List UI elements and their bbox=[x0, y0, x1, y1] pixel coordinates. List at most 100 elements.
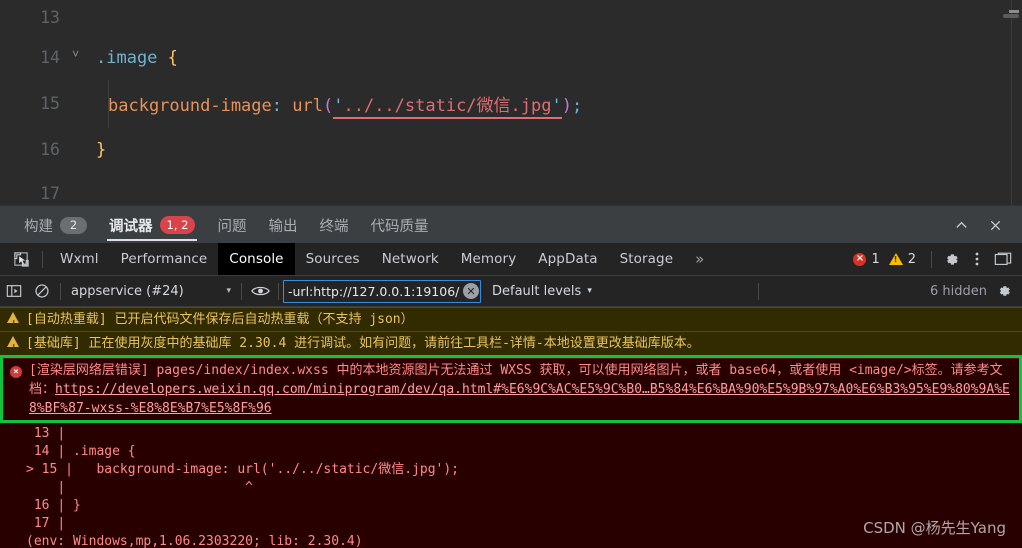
devtools-tab-wxml[interactable]: Wxml bbox=[49, 243, 110, 275]
snippet-line-number: 17 bbox=[34, 516, 50, 531]
tab-label: 代码质量 bbox=[370, 215, 428, 236]
tab-label: Memory bbox=[461, 251, 517, 267]
devtools-tab-storage[interactable]: Storage bbox=[609, 243, 685, 275]
tab-label: Network bbox=[382, 251, 439, 267]
quote-open-token: ' bbox=[333, 96, 343, 116]
tab-label: Sources bbox=[306, 251, 360, 267]
editor-scroll-marker[interactable] bbox=[1009, 10, 1019, 13]
highlighted-error-region: × [渲染层网络层错误] pages/index/index.wxss 中的本地… bbox=[0, 355, 1022, 423]
collapse-panel-button[interactable] bbox=[944, 206, 978, 244]
clear-filter-icon[interactable]: ✕ bbox=[463, 283, 479, 299]
editor-line-17[interactable]: 17 bbox=[0, 170, 1022, 205]
more-tabs-button[interactable]: » bbox=[684, 243, 715, 275]
levels-label: Default levels bbox=[492, 284, 581, 299]
chevron-up-icon bbox=[954, 218, 969, 233]
toolwindow-tab-terminal[interactable]: 终端 bbox=[308, 206, 359, 244]
css-selector-token: .image bbox=[96, 48, 157, 68]
tab-label: AppData bbox=[538, 251, 597, 267]
console-message-warning[interactable]: [基础库] 正在使用灰度中的基础库 2.30.4 进行调试。如有问题，请前往工具… bbox=[0, 331, 1022, 355]
tab-label: 调试器 bbox=[109, 215, 153, 236]
editor-line-15[interactable]: 15 background-image: url('../../static/微… bbox=[0, 80, 1022, 127]
line-number: 14 bbox=[0, 48, 70, 67]
devtools-panel: Wxml Performance Console Sources Network… bbox=[0, 243, 1022, 546]
context-label: appservice (#24) bbox=[71, 284, 184, 299]
tab-badge: 1, 2 bbox=[160, 216, 196, 234]
line-number: 13 bbox=[0, 8, 70, 27]
devtools-tab-sources[interactable]: Sources bbox=[295, 243, 371, 275]
console-log-levels-select[interactable]: Default levels ▾ bbox=[492, 284, 592, 299]
editor-scrollbar-track[interactable] bbox=[1011, 0, 1012, 205]
devtools-tab-appdata[interactable]: AppData bbox=[527, 243, 608, 275]
snippet-bar: | bbox=[57, 516, 65, 531]
dock-panel-button[interactable] bbox=[990, 243, 1016, 275]
snippet-line: 14 | .image { bbox=[26, 444, 136, 459]
code-editor[interactable]: 13 14 ˅ .image { 15 background-image: ur… bbox=[0, 0, 1022, 205]
toolbar-divider bbox=[241, 283, 242, 300]
error-icon-wrap: × bbox=[3, 361, 29, 378]
open-brace-token: { bbox=[168, 48, 178, 68]
devtools-tab-console[interactable]: Console bbox=[218, 243, 294, 275]
tab-label: Storage bbox=[620, 251, 674, 267]
quote-close-token: ' bbox=[551, 96, 561, 116]
live-expression-eye-icon bbox=[251, 284, 270, 298]
error-icon: × bbox=[10, 366, 22, 378]
editor-line-16[interactable]: 16 } bbox=[0, 126, 1022, 173]
snippet-code: background-image: url('../../static/微信.j… bbox=[73, 462, 459, 477]
devtools-tab-performance[interactable]: Performance bbox=[110, 243, 219, 275]
kebab-menu-icon bbox=[969, 251, 985, 267]
snippet-line: 16 | } bbox=[26, 498, 81, 513]
toolwindow-tab-debugger[interactable]: 调试器 1, 2 bbox=[98, 206, 206, 244]
inspect-element-button[interactable] bbox=[6, 243, 36, 275]
toolwindow-tab-output[interactable]: 输出 bbox=[257, 206, 308, 244]
devtools-tab-memory[interactable]: Memory bbox=[450, 243, 528, 275]
live-expression-button[interactable] bbox=[246, 276, 274, 306]
message-text: [自动热重载] 已开启代码文件保存后自动热重载（不支持 json） bbox=[26, 310, 1022, 329]
console-message-list[interactable]: [自动热重载] 已开启代码文件保存后自动热重载（不支持 json） [基础库] … bbox=[0, 307, 1022, 548]
tab-label: Console bbox=[229, 251, 283, 267]
error-icon: × bbox=[853, 253, 866, 266]
tab-label: 终端 bbox=[319, 215, 348, 236]
toolwindow-tab-build[interactable]: 构建 2 bbox=[13, 206, 98, 244]
console-settings-button[interactable] bbox=[990, 276, 1018, 306]
console-message-warning[interactable]: [自动热重载] 已开启代码文件保存后自动热重载（不支持 json） bbox=[0, 307, 1022, 331]
dock-panel-icon bbox=[994, 251, 1012, 267]
snippet-line-number: 16 bbox=[34, 498, 50, 513]
warning-count: 2 bbox=[908, 252, 916, 267]
css-property-token: background-image bbox=[108, 96, 272, 116]
console-filter-toolbar: appservice (#24) ▾ ✕ Default levels ▾ 6 … bbox=[0, 276, 1022, 307]
snippet-line-current: > 15 | background-image: url('../../stat… bbox=[26, 462, 459, 477]
toolwindow-tab-problems[interactable]: 问题 bbox=[206, 206, 257, 244]
clear-console-button[interactable] bbox=[28, 276, 56, 306]
error-doc-link[interactable]: https://developers.weixin.qq.com/minipro… bbox=[29, 382, 1010, 416]
console-filter-field[interactable]: ✕ bbox=[283, 280, 481, 303]
console-sidebar-button[interactable] bbox=[0, 276, 28, 306]
hidden-messages-count: 6 hidden bbox=[930, 284, 990, 299]
editor-scrollbar-thumb[interactable] bbox=[1003, 14, 1019, 18]
devtools-tab-network[interactable]: Network bbox=[371, 243, 450, 275]
snippet-bar: | bbox=[65, 462, 73, 477]
toolwindow-tab-code-quality[interactable]: 代码质量 bbox=[359, 206, 439, 244]
toolbar-divider bbox=[42, 251, 43, 268]
tab-label: 问题 bbox=[217, 215, 246, 236]
chevron-down-icon: ▾ bbox=[226, 286, 231, 296]
close-panel-button[interactable] bbox=[978, 206, 1012, 244]
devtools-menu-button[interactable] bbox=[964, 243, 990, 275]
tab-label: Performance bbox=[121, 251, 208, 267]
console-message-error[interactable]: × [渲染层网络层错误] pages/index/index.wxss 中的本地… bbox=[3, 358, 1019, 420]
warning-icon-wrap bbox=[0, 334, 26, 347]
devtools-tabbar: Wxml Performance Console Sources Network… bbox=[0, 243, 1022, 276]
snippet-marker: > bbox=[26, 462, 34, 477]
snippet-code: .image { bbox=[65, 444, 135, 459]
tab-badge: 2 bbox=[60, 217, 87, 234]
line-number: 17 bbox=[0, 184, 70, 203]
snippet-bar: | bbox=[57, 498, 65, 513]
snippet-caret-line: | ^ bbox=[26, 480, 253, 495]
editor-line-14[interactable]: 14 ˅ .image { bbox=[0, 34, 1022, 81]
snippet-line-number: 14 bbox=[34, 444, 50, 459]
devtools-settings-button[interactable] bbox=[938, 243, 964, 275]
snippet-line-number: 13 bbox=[34, 426, 50, 441]
devtools-status-area: × 1 2 bbox=[853, 243, 1022, 275]
toolbar-divider bbox=[60, 283, 61, 300]
console-context-select[interactable]: appservice (#24) ▾ bbox=[65, 280, 237, 302]
search-input[interactable] bbox=[288, 284, 460, 299]
